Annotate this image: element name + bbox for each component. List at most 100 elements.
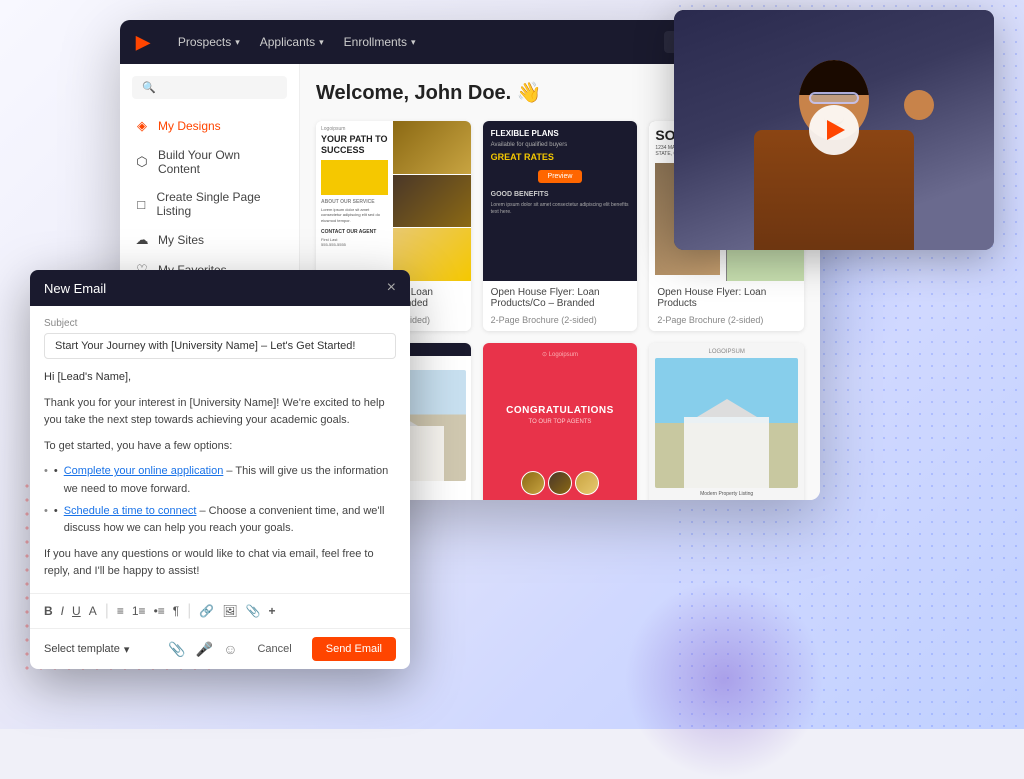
tmpl-flexible-sub: Available for qualified buyers [491, 142, 630, 148]
tmpl-house-logo: LOGOIPSUM [655, 349, 798, 355]
template-sub-3: 2-Page Brochure (2-sided) [649, 315, 804, 331]
email-sign: If you have any questions or would like … [44, 546, 396, 581]
template-label-3: Open House Flyer: Loan Products [649, 281, 804, 315]
email-para-2: To get started, you have a few options: [44, 438, 396, 456]
template-card-flexible-plans[interactable]: FLEXIBLE PLANS Available for qualified b… [483, 121, 638, 331]
toolbar-indent[interactable]: ¶ [173, 604, 179, 618]
person-2-circle [548, 471, 572, 495]
email-subject-input[interactable] [44, 333, 396, 359]
template-thumb-2: FLEXIBLE PLANS Available for qualified b… [483, 121, 638, 281]
email-close-button[interactable]: × [387, 280, 396, 296]
preview-button[interactable]: Preview [538, 170, 583, 183]
tmpl-contact-body: First Last555-555-5555 [321, 237, 388, 247]
email-link-2[interactable]: Schedule a time to connect [64, 505, 197, 517]
chevron-down-icon: ▾ [319, 37, 324, 48]
tmpl-about: ABOUT OUR SERVICE [321, 199, 388, 205]
email-toolbar: B I U A | ≡ 1≡ •≡ ¶ | 🔗 🖼 📎 + [30, 593, 410, 628]
toolbar-attachment[interactable]: 📎 [246, 604, 261, 618]
toolbar-align[interactable]: ≡ [117, 604, 124, 618]
emoji-icon[interactable]: ☺ [223, 641, 237, 657]
tmpl-benefits-text: Lorem ipsum dolor sit amet consectetur a… [491, 202, 630, 216]
toolbar-sep-1: | [105, 602, 109, 620]
toolbar-list-unordered[interactable]: •≡ [154, 604, 165, 618]
nav-applicants-label: Applicants [260, 35, 315, 49]
tmpl-house-text: Modern Property Listing [655, 491, 798, 497]
email-modal-body: Subject Hi [Lead's Name], Thank you for … [30, 306, 410, 593]
toolbar-color[interactable]: A [89, 604, 97, 618]
template-thumb-6: LOGOIPSUM Modern Property Listing [649, 343, 804, 500]
template-sub-2: 2-Page Brochure (2-sided) [483, 315, 638, 331]
designs-icon: ◈ [134, 118, 150, 134]
toolbar-image[interactable]: 🖼 [222, 604, 237, 618]
email-content: Hi [Lead's Name], Thank you for your int… [44, 369, 396, 581]
nav-enrollments-label: Enrollments [344, 35, 407, 49]
cancel-button[interactable]: Cancel [247, 638, 301, 660]
person-glasses [809, 92, 859, 104]
sidebar-item-my-designs[interactable]: ◈ My Designs [120, 111, 299, 141]
toolbar-bold[interactable]: B [44, 604, 53, 618]
template-card-congratulations[interactable]: ⊙ Logoipsum CONGRATULATIONS TO OUR TOP A… [483, 343, 638, 500]
nav-applicants[interactable]: Applicants ▾ [260, 35, 324, 49]
email-list-item-1: • Complete your online application – Thi… [44, 463, 396, 498]
collage-item-1 [393, 121, 470, 174]
toolbar-link[interactable]: 🔗 [199, 604, 214, 618]
template-thumb-5: ⊙ Logoipsum CONGRATULATIONS TO OUR TOP A… [483, 343, 638, 500]
send-email-button[interactable]: Send Email [312, 637, 396, 661]
person-hair [799, 60, 869, 95]
sidebar-search[interactable]: 🔍 [132, 76, 287, 99]
sites-icon: ☁ [134, 232, 150, 248]
email-modal-header: New Email × [30, 270, 410, 306]
template-thumb-1: Logoipsum YOUR PATH TO SUCCESS ABOUT OUR… [316, 121, 471, 281]
sidebar-item-single-page[interactable]: □ Create Single Page Listing [120, 183, 299, 225]
crm-logo: ▶ [136, 32, 150, 53]
sidebar-sites-label: My Sites [158, 233, 204, 247]
email-para-1: Thank you for your interest in [Universi… [44, 395, 396, 430]
sidebar-build-label: Build Your Own Content [158, 148, 285, 176]
email-link-1[interactable]: Complete your online application [64, 465, 224, 477]
toolbar-list-ordered[interactable]: 1≡ [132, 604, 146, 618]
page-icon: □ [134, 197, 148, 212]
email-modal-title: New Email [44, 281, 106, 296]
play-icon [827, 120, 845, 140]
person-hand [904, 90, 934, 120]
video-panel [674, 10, 994, 250]
modern-house-body [684, 417, 770, 489]
select-template-button[interactable]: Select template ▾ [44, 643, 129, 656]
person-1-circle [521, 471, 545, 495]
tmpl-congrats-people [521, 471, 599, 495]
search-icon: 🔍 [142, 81, 156, 94]
email-list-item-2: • Schedule a time to connect – Choose a … [44, 503, 396, 538]
build-icon: ⬡ [134, 154, 150, 170]
mic-icon[interactable]: 🎤 [196, 641, 213, 658]
email-footer: Select template ▾ 📎 🎤 ☺ Cancel Send Emai… [30, 628, 410, 669]
nav-prospects-label: Prospects [178, 35, 231, 49]
footer-icons: 📎 🎤 ☺ [168, 641, 237, 658]
toolbar-italic[interactable]: I [61, 604, 64, 618]
sidebar-single-label: Create Single Page Listing [156, 190, 285, 218]
template-card-modern-house[interactable]: LOGOIPSUM Modern Property Listing Open H… [649, 343, 804, 500]
tmpl-yellow-block [321, 160, 388, 195]
sidebar-my-designs-label: My Designs [158, 119, 221, 133]
attachment-icon[interactable]: 📎 [168, 641, 185, 658]
tmpl-good-benefits: GOOD BENEFITS [491, 191, 630, 198]
video-background [674, 10, 994, 250]
template-label-2: Open House Flyer: Loan Products/Co – Bra… [483, 281, 638, 315]
tmpl-congrats-title: CONGRATULATIONS [506, 404, 614, 417]
tmpl-path-title: YOUR PATH TO SUCCESS [321, 134, 388, 156]
nav-prospects[interactable]: Prospects ▾ [178, 35, 240, 49]
play-button[interactable] [809, 105, 859, 155]
sidebar-item-build-content[interactable]: ⬡ Build Your Own Content [120, 141, 299, 183]
email-modal: New Email × Subject Hi [Lead's Name], Th… [30, 270, 410, 669]
tmpl-congrats-logo: ⊙ Logoipsum [542, 351, 578, 358]
toolbar-underline[interactable]: U [72, 604, 81, 618]
tmpl-great-rates: GREAT RATES [491, 152, 630, 162]
sidebar-item-my-sites[interactable]: ☁ My Sites [120, 225, 299, 255]
tmpl-contact: CONTACT OUR AGENT [321, 229, 388, 235]
toolbar-more[interactable]: + [269, 604, 276, 618]
nav-enrollments[interactable]: Enrollments ▾ [344, 35, 416, 49]
tmpl-flexible-title: FLEXIBLE PLANS [491, 129, 630, 138]
chevron-down-icon: ▾ [411, 37, 416, 48]
modern-house-roof [697, 399, 757, 417]
tmpl-body-text: Lorem ipsum dolor sit amet consectetur a… [321, 207, 388, 224]
toolbar-sep-2: | [187, 602, 191, 620]
